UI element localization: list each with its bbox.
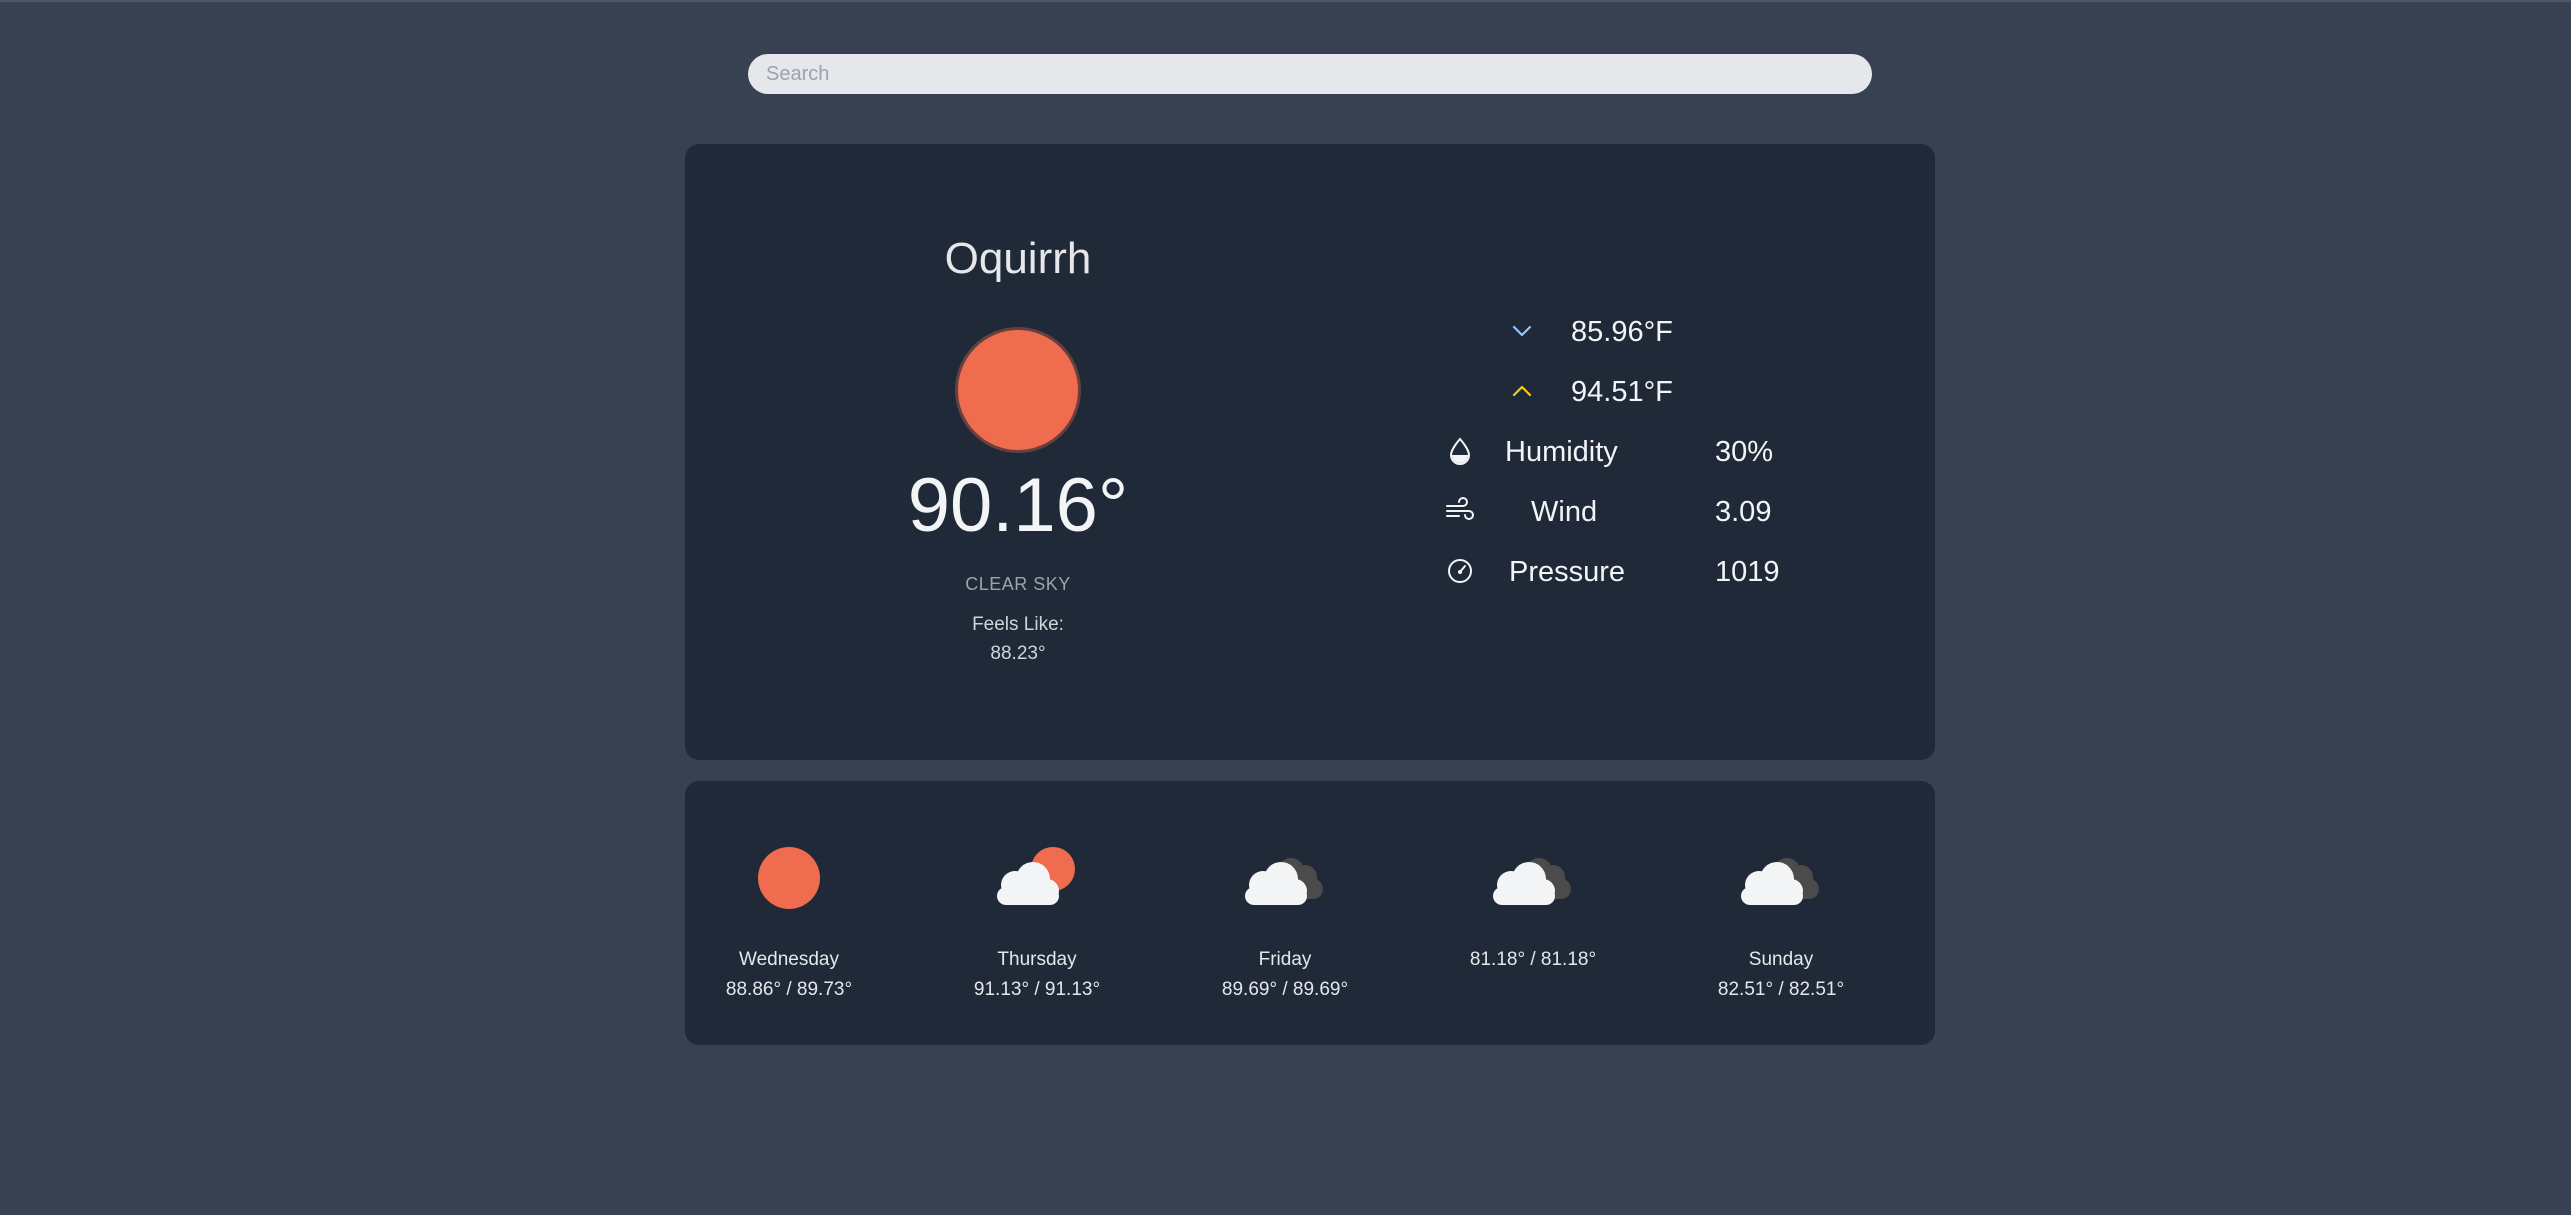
cloudy-icon — [1245, 858, 1323, 905]
forecast-temp-range: 81.18° / 81.18° — [1469, 949, 1597, 970]
window-top-border — [0, 0, 2571, 2]
forecast-card: Wednesday 88.86° / 89.73° Thursday 91.13… — [685, 781, 1935, 1045]
max-temp-value: 94.51°F — [1571, 376, 1673, 408]
forecast-day-name: Sunday — [1748, 949, 1814, 970]
cloudy-icon — [1741, 858, 1819, 905]
forecast-temp-range: 91.13° / 91.13° — [973, 979, 1101, 1000]
weather-description: CLEAR SKY — [965, 574, 1071, 594]
forecast-day: Sunday 82.51° / 82.51° — [1681, 781, 1881, 1045]
sun-icon — [758, 847, 820, 909]
forecast-day: Thursday 91.13° / 91.13° — [937, 781, 1137, 1045]
forecast-day: Wednesday 88.86° / 89.73° — [689, 781, 889, 1045]
gauge-icon — [1448, 559, 1472, 583]
wind-label: Wind — [1531, 496, 1598, 528]
wind-value: 3.09 — [1715, 496, 1772, 528]
city-name: Oquirrh — [944, 234, 1092, 283]
forecast-day: 81.18° / 81.18° — [1433, 781, 1633, 1045]
min-temp-row: 85.96°F — [1445, 308, 1845, 358]
chevron-up-icon — [1512, 385, 1532, 397]
humidity-row: Humidity 30% — [1445, 428, 1845, 478]
pressure-value: 1019 — [1715, 556, 1780, 588]
chevron-down-icon — [1512, 325, 1532, 337]
forecast-temp-range: 89.69° / 89.69° — [1221, 979, 1349, 1000]
forecast-temp-range: 88.86° / 89.73° — [725, 979, 853, 1000]
max-temp-row: 94.51°F — [1445, 368, 1845, 418]
search-input[interactable] — [748, 54, 1872, 94]
current-temperature: 90.16° — [907, 463, 1129, 548]
forecast-day: Friday 89.69° / 89.69° — [1185, 781, 1385, 1045]
forecast-day-name: Wednesday — [739, 949, 839, 970]
forecast-day-name: Friday — [1258, 949, 1312, 970]
humidity-value: 30% — [1715, 436, 1774, 468]
sun-icon — [958, 330, 1078, 450]
feels-like-value: 88.23° — [990, 643, 1046, 664]
cloudy-icon — [1493, 858, 1571, 905]
current-weather-card: Oquirrh 90.16° CLEAR SKY Feels Like: 88.… — [685, 144, 1935, 760]
pressure-label: Pressure — [1509, 556, 1626, 588]
min-temp-value: 85.96°F — [1571, 316, 1673, 348]
pressure-row: Pressure 1019 — [1445, 548, 1845, 598]
forecast-temp-range: 82.51° / 82.51° — [1717, 979, 1845, 1000]
partly-cloudy-icon — [997, 847, 1075, 905]
humidity-label: Humidity — [1505, 436, 1618, 468]
water-drop-icon — [1449, 437, 1471, 465]
wind-icon — [1446, 497, 1474, 520]
forecast-day-name: Thursday — [997, 949, 1077, 970]
feels-like-label: Feels Like: — [972, 614, 1064, 635]
wind-row: Wind 3.09 — [1445, 488, 1845, 538]
